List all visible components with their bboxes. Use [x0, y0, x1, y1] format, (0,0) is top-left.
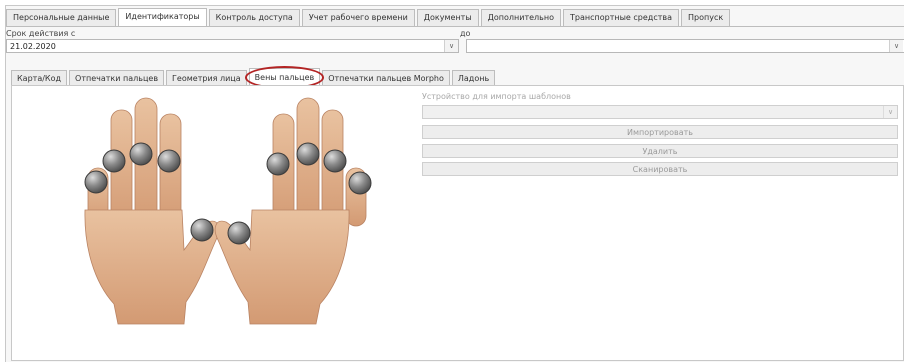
tab-pass[interactable]: Пропуск: [681, 9, 731, 26]
finger-marker: [190, 218, 214, 242]
left-hand: [84, 97, 220, 325]
chevron-down-icon[interactable]: ∨: [444, 40, 458, 52]
finger-marker: [348, 171, 372, 195]
top-tab-bar: Персональные данные Идентификаторы Контр…: [6, 8, 732, 27]
finger-marker: [157, 149, 181, 173]
right-hand: [214, 97, 367, 325]
finger-marker: [102, 149, 126, 173]
tab-time-tracking[interactable]: Учет рабочего времени: [301, 9, 415, 26]
finger-marker: [266, 152, 290, 176]
tab-additional[interactable]: Дополнительно: [480, 9, 562, 26]
tab-finger-veins-label: Вены пальцев: [254, 73, 315, 82]
finger-marker: [296, 142, 320, 166]
tab-documents[interactable]: Документы: [416, 9, 479, 26]
tab-palm[interactable]: Ладонь: [451, 70, 496, 86]
finger-veins-content: Устройство для импорта шаблонов ∨ Импорт…: [11, 85, 904, 361]
chevron-down-icon[interactable]: ∨: [883, 106, 897, 118]
hands-illustration: [52, 92, 382, 328]
finger-marker: [227, 221, 251, 245]
valid-from-value: 21.02.2020: [10, 42, 56, 51]
device-label: Устройство для импорта шаблонов: [422, 92, 571, 101]
tab-vehicles[interactable]: Транспортные средства: [563, 9, 679, 26]
valid-from-field[interactable]: 21.02.2020 ∨: [6, 39, 459, 53]
valid-to-label: до: [460, 29, 471, 38]
tab-personal-data[interactable]: Персональные данные: [6, 9, 117, 26]
delete-button[interactable]: Удалить: [422, 144, 898, 158]
tab-card-code[interactable]: Карта/Код: [11, 70, 68, 86]
import-button[interactable]: Импортировать: [422, 125, 898, 139]
valid-to-field[interactable]: ∨: [466, 39, 904, 53]
finger-marker: [129, 142, 153, 166]
tab-access-control[interactable]: Контроль доступа: [208, 9, 300, 26]
tab-finger-veins[interactable]: Вены пальцев: [244, 66, 325, 89]
tab-identifiers[interactable]: Идентификаторы: [118, 8, 207, 27]
finger-marker: [323, 149, 347, 173]
hands-image: [84, 97, 372, 325]
identifiers-panel: Персональные данные Идентификаторы Контр…: [5, 5, 904, 362]
valid-from-label: Срок действия с: [6, 29, 76, 38]
chevron-down-icon[interactable]: ∨: [889, 40, 903, 52]
tab-divider: [6, 26, 904, 27]
device-select[interactable]: ∨: [422, 105, 898, 119]
tab-fingerprints[interactable]: Отпечатки пальцев: [69, 70, 165, 86]
scan-button[interactable]: Сканировать: [422, 162, 898, 176]
tab-morpho-fingerprints[interactable]: Отпечатки пальцев Morpho: [322, 70, 450, 86]
finger-marker: [84, 170, 108, 194]
tab-face-geometry[interactable]: Геометрия лица: [166, 70, 247, 86]
identifier-type-tabs: Карта/Код Отпечатки пальцев Геометрия ли…: [11, 66, 497, 89]
